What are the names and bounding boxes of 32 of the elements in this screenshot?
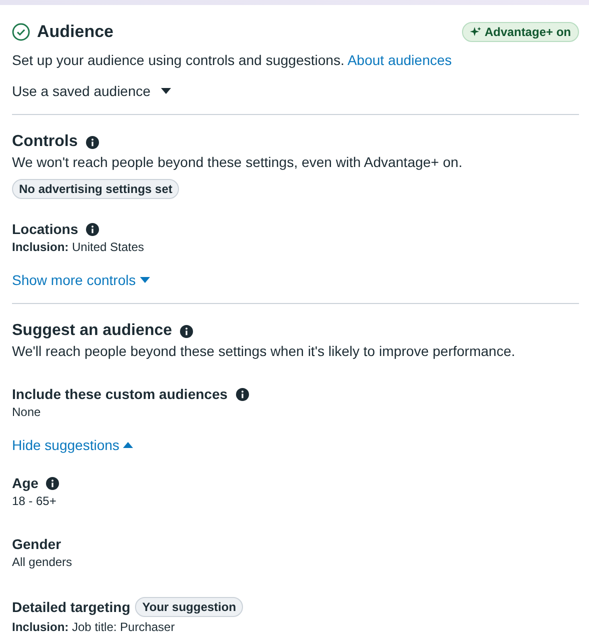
field-label: Locations — [12, 221, 78, 237]
section-description: We'll reach people beyond these settings when it's likely to improve performance. — [12, 342, 516, 360]
section-title: Audience — [37, 22, 114, 42]
status-chip: No advertising settings set — [12, 179, 180, 199]
field-value: Inclusion: United States — [12, 240, 146, 254]
toggle-link[interactable]: Hide suggestions — [12, 437, 134, 453]
caret-icon — [140, 277, 150, 283]
section-title: Suggest an audience — [12, 322, 172, 340]
sparkle-icon — [470, 26, 481, 38]
info-icon[interactable] — [180, 324, 194, 338]
info-icon[interactable] — [236, 388, 249, 400]
field-value: 18 - 65+ — [12, 494, 58, 508]
field-value: None — [12, 405, 42, 419]
info-icon[interactable] — [46, 476, 60, 490]
info-icon[interactable] — [86, 136, 99, 148]
suggestion-badge: Your suggestion — [135, 597, 244, 617]
section-description: We won't reach people beyond these settings, even with Advantage+ on. — [12, 153, 464, 171]
field-label: Detailed targeting — [12, 599, 130, 615]
caret-icon — [160, 88, 171, 94]
field-value: Inclusion: Job title: Purchaser — [12, 620, 176, 634]
about-link[interactable]: About audiences — [347, 52, 452, 68]
caret-icon — [123, 442, 134, 448]
info-icon[interactable] — [86, 222, 100, 236]
section-title: Controls — [12, 133, 78, 151]
field-label: Age — [12, 475, 38, 491]
field-value: All genders — [12, 555, 74, 569]
intro-text: Set up your audience using controls and suggestions. About audiences — [12, 51, 453, 69]
badge-label: Advantage+ on — [484, 25, 571, 39]
saved-audience-dropdown[interactable]: Use a saved audience — [12, 83, 171, 99]
field-label: Include these custom audiences — [12, 386, 228, 402]
toggle-link[interactable]: Show more controls — [12, 272, 150, 288]
field-label: Gender — [12, 536, 62, 552]
